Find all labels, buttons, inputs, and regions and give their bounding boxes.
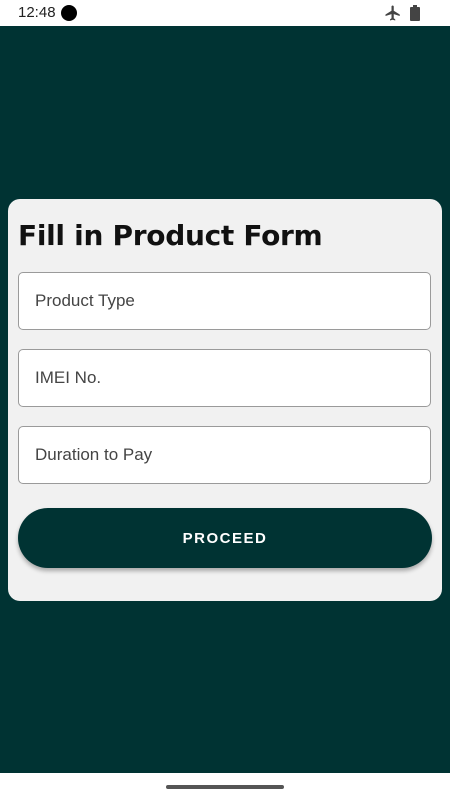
- home-handle[interactable]: [166, 785, 284, 789]
- duration-to-pay-input[interactable]: [19, 427, 430, 483]
- battery-icon: [410, 5, 420, 21]
- product-type-field[interactable]: [18, 272, 431, 330]
- navigation-bar: [0, 773, 450, 800]
- form-title: Fill in Product Form: [18, 219, 323, 252]
- camera-dot-icon: [61, 5, 77, 21]
- status-time: 12:48: [18, 4, 56, 21]
- product-form-card: Fill in Product Form PROCEED: [8, 199, 442, 601]
- imei-field[interactable]: [18, 349, 431, 407]
- imei-input[interactable]: [19, 350, 430, 406]
- status-bar: 12:48: [0, 0, 450, 26]
- product-type-input[interactable]: [19, 273, 430, 329]
- airplane-icon: [385, 5, 400, 21]
- duration-to-pay-field[interactable]: [18, 426, 431, 484]
- proceed-button[interactable]: PROCEED: [18, 508, 432, 568]
- app-screen: 12:48 Fill in Product Form PROCEED: [0, 0, 450, 800]
